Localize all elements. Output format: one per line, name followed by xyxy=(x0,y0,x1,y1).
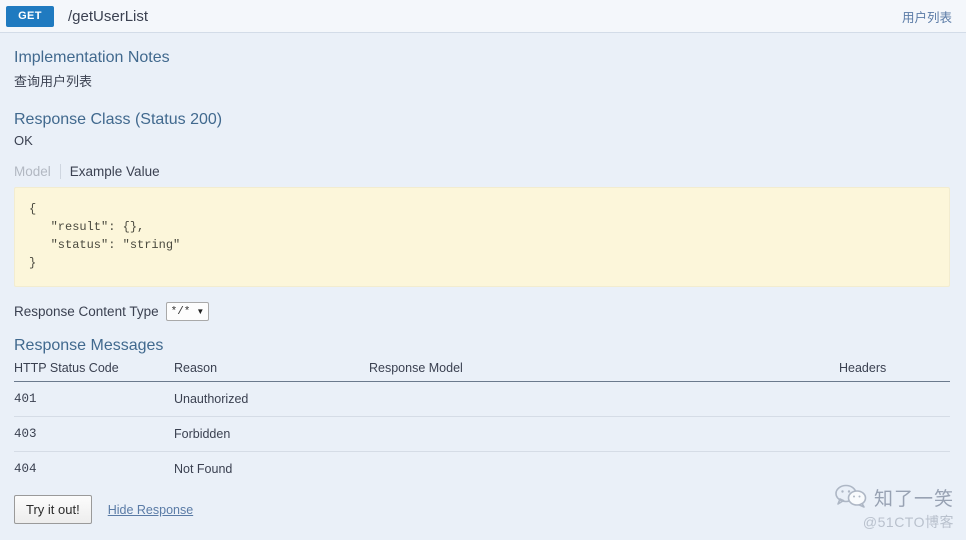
cell-reason: Unauthorized xyxy=(174,382,369,417)
cell-status-code: 404 xyxy=(14,452,174,487)
table-row: 403 Forbidden xyxy=(14,417,950,452)
column-header-headers: Headers xyxy=(839,361,950,382)
column-header-response-model: Response Model xyxy=(369,361,839,382)
response-content-type-select[interactable]: */* ▼ xyxy=(166,302,210,321)
implementation-notes-text: 查询用户列表 xyxy=(14,71,952,90)
operation-summary: 用户列表 xyxy=(902,7,956,26)
response-content-type-row: Response Content Type */* ▼ xyxy=(14,302,952,321)
response-class-description: OK xyxy=(14,133,952,148)
cell-response-model xyxy=(369,417,839,452)
cell-status-code: 401 xyxy=(14,382,174,417)
response-content-type-value: */* xyxy=(171,306,191,318)
model-tablist: Model Example Value xyxy=(14,164,952,179)
cell-headers xyxy=(839,382,950,417)
table-head: HTTP Status Code Reason Response Model H… xyxy=(14,361,950,382)
tab-example-value[interactable]: Example Value xyxy=(60,164,169,179)
cell-reason: Not Found xyxy=(174,452,369,487)
operation-body: Implementation Notes 查询用户列表 Response Cla… xyxy=(0,33,966,524)
table-row: 404 Not Found xyxy=(14,452,950,487)
table-body: 401 Unauthorized 403 Forbidden 404 Not F… xyxy=(14,382,950,487)
table-row: 401 Unauthorized xyxy=(14,382,950,417)
chevron-down-icon: ▼ xyxy=(196,307,204,316)
tab-model[interactable]: Model xyxy=(14,164,60,179)
response-class-heading: Response Class (Status 200) xyxy=(14,111,952,129)
column-header-status-code: HTTP Status Code xyxy=(14,361,174,382)
response-messages-heading: Response Messages xyxy=(14,337,952,355)
hide-response-link[interactable]: Hide Response xyxy=(108,503,193,517)
try-it-out-button[interactable]: Try it out! xyxy=(14,495,92,524)
implementation-notes-section: Implementation Notes 查询用户列表 xyxy=(14,33,952,90)
actions-row: Try it out! Hide Response xyxy=(14,495,952,524)
cell-response-model xyxy=(369,382,839,417)
example-value-code: { "result": {}, "status": "string" } xyxy=(14,187,950,287)
cell-status-code: 403 xyxy=(14,417,174,452)
response-messages-section: Response Messages HTTP Status Code Reaso… xyxy=(14,337,952,486)
cell-reason: Forbidden xyxy=(174,417,369,452)
column-header-reason: Reason xyxy=(174,361,369,382)
http-method-badge: GET xyxy=(6,6,54,27)
implementation-notes-heading: Implementation Notes xyxy=(14,49,952,67)
cell-headers xyxy=(839,452,950,487)
cell-response-model xyxy=(369,452,839,487)
response-class-section: Response Class (Status 200) OK xyxy=(14,90,952,148)
table-header-row: HTTP Status Code Reason Response Model H… xyxy=(14,361,950,382)
response-messages-table: HTTP Status Code Reason Response Model H… xyxy=(14,361,950,486)
operation-header[interactable]: GET /getUserList 用户列表 xyxy=(0,0,966,33)
cell-headers xyxy=(839,417,950,452)
response-content-type-label: Response Content Type xyxy=(14,304,159,319)
operation-path[interactable]: /getUserList xyxy=(68,8,902,25)
